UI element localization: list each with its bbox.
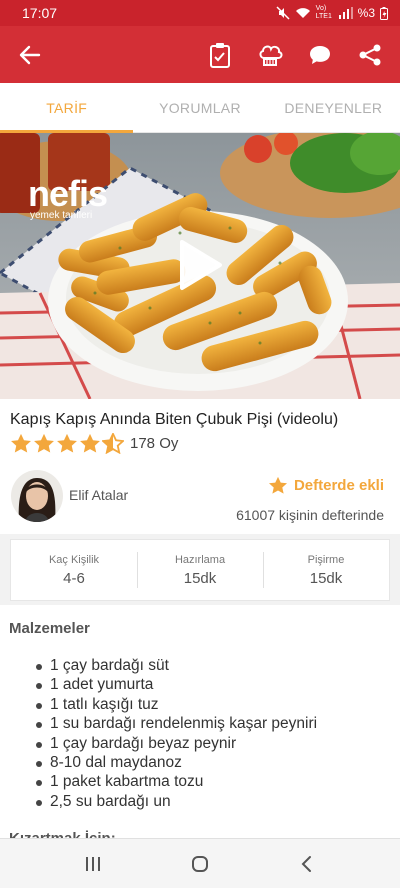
app-toolbar	[0, 26, 400, 83]
stat-prep-time: Hazırlama 15dk	[137, 540, 263, 600]
home-button[interactable]	[175, 844, 225, 884]
tab-recipe[interactable]: TARİF	[0, 83, 134, 133]
recipe-stats: Kaç Kişilik 4-6 Hazırlama 15dk Pişirme 1…	[10, 539, 390, 601]
saved-count: 61007 kişinin defterinde	[236, 507, 384, 523]
star-icon	[11, 433, 31, 453]
list-item: 2,5 su bardağı un	[0, 792, 317, 811]
tab-tried[interactable]: DENEYENLER	[267, 83, 400, 132]
author-photo	[11, 470, 63, 522]
back-button[interactable]	[6, 31, 54, 79]
frying-section-title: Kızartmak İçin:	[9, 830, 116, 838]
ingredients-list: 1 çay bardağı süt 1 adet yumurta 1 tatlı…	[0, 656, 317, 811]
battery-icon	[380, 6, 388, 20]
rating-stars	[10, 433, 124, 454]
system-nav-bar	[0, 838, 400, 888]
logo-brand: nefis	[28, 173, 108, 214]
wifi-icon	[295, 7, 311, 19]
share-icon	[359, 44, 381, 65]
star-icon	[80, 433, 100, 453]
recipe-rating[interactable]: 178 Oy	[10, 433, 178, 454]
stat-value: 15dk	[309, 569, 343, 587]
back-chevron-icon	[301, 855, 311, 872]
star-icon	[34, 433, 54, 453]
stat-value: 4-6	[63, 569, 85, 587]
recent-apps-button[interactable]	[68, 844, 118, 884]
status-bar: 17:07 Vo) LTE1 %3	[0, 0, 400, 26]
list-item: 1 tatlı kaşığı tuz	[0, 695, 317, 714]
ingredients-section: Malzemeler 1 çay bardağı süt 1 adet yumu…	[0, 605, 400, 838]
stat-cook-time: Pişirme 15dk	[263, 540, 389, 600]
status-icons: Vo) LTE1 %3	[276, 5, 388, 21]
saved-label: Defterde ekli	[293, 477, 384, 494]
saved-to-notebook-button[interactable]: Defterde ekli	[268, 476, 384, 495]
nefis-logo: nefis yemek tarifleri	[28, 173, 108, 222]
home-icon	[191, 855, 208, 872]
vote-count: 178 Oy	[130, 435, 179, 452]
ingredients-title: Malzemeler	[9, 620, 90, 637]
checklist-icon	[210, 42, 230, 68]
list-item: 1 su bardağı rendelenmiş kaşar peyniri	[0, 714, 317, 733]
list-item: 8-10 dal maydanoz	[0, 753, 317, 772]
list-item: 1 çay bardağı beyaz peynir	[0, 734, 317, 753]
share-button[interactable]	[346, 31, 394, 79]
stat-label: Kaç Kişilik	[48, 553, 100, 566]
battery-level: %3	[357, 6, 375, 20]
stat-servings: Kaç Kişilik 4-6	[11, 540, 137, 600]
stat-value: 15dk	[183, 569, 217, 587]
back-arrow-icon	[19, 45, 41, 64]
avatar[interactable]	[11, 470, 63, 522]
star-icon	[268, 476, 287, 494]
comment-icon	[310, 45, 330, 64]
list-item: 1 paket kabartma tozu	[0, 772, 317, 791]
chef-mode-button[interactable]	[246, 31, 294, 79]
play-icon[interactable]	[176, 238, 224, 292]
system-back-button[interactable]	[282, 844, 332, 884]
list-item: 1 adet yumurta	[0, 675, 317, 694]
tab-comments[interactable]: YORUMLAR	[133, 83, 266, 132]
stat-label: Pişirme	[307, 553, 345, 566]
status-time: 17:07	[22, 5, 58, 21]
recipe-tabs: TARİF YORUMLAR DENEYENLER	[0, 83, 400, 133]
add-to-list-button[interactable]	[196, 31, 244, 79]
list-item: 1 çay bardağı süt	[0, 656, 317, 675]
comments-button[interactable]	[296, 31, 344, 79]
signal-icon	[338, 7, 353, 19]
network-label: Vo) LTE1	[315, 5, 332, 20]
star-half-icon	[102, 433, 124, 454]
recipe-video-thumbnail[interactable]: nefis yemek tarifleri	[0, 133, 400, 399]
stat-label: Hazırlama	[174, 553, 226, 566]
mute-icon	[276, 6, 290, 20]
recent-apps-icon	[86, 856, 101, 871]
chef-hat-icon	[259, 45, 283, 66]
star-icon	[57, 433, 77, 453]
recipe-title: Kapış Kapış Anında Biten Çubuk Pişi (vid…	[10, 411, 339, 428]
author-name[interactable]: Elif Atalar	[69, 487, 128, 503]
